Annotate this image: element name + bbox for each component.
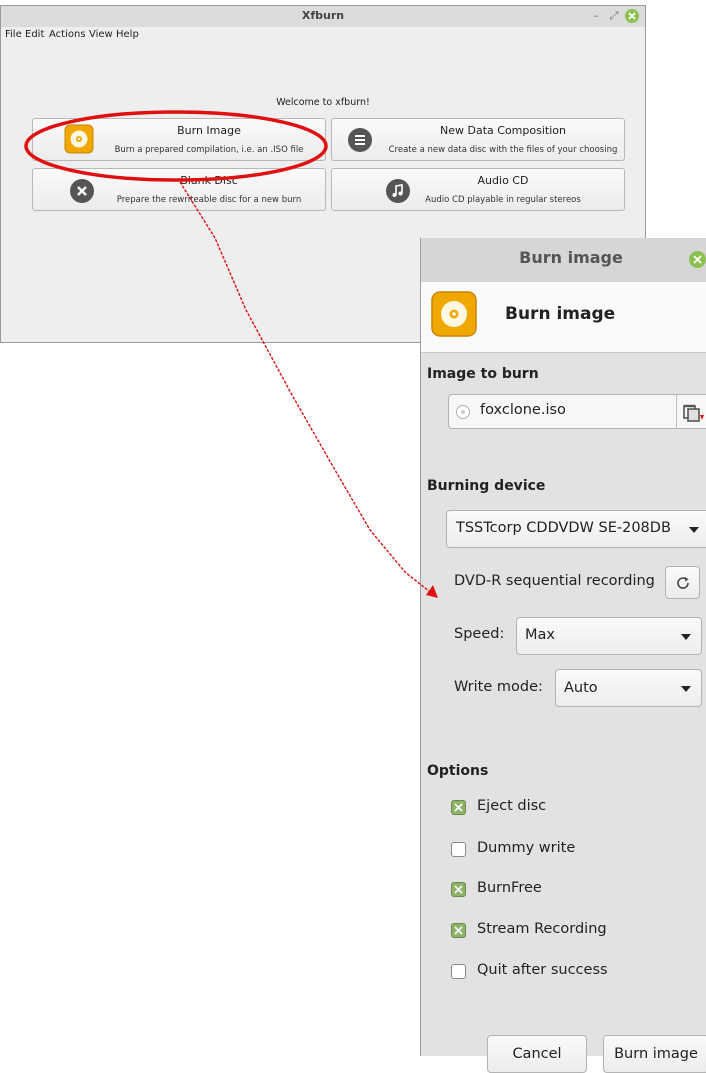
option-label: Dummy write xyxy=(477,840,576,856)
write-mode-label: Write mode: xyxy=(454,679,543,695)
option-label: BurnFree xyxy=(477,880,542,896)
check-icon xyxy=(454,885,463,894)
audio-cd-button[interactable]: Audio CD Audio CD playable in regular st… xyxy=(331,168,625,211)
refresh-media-button[interactable] xyxy=(665,566,700,599)
device-name: TSSTcorp CDDVDW SE-208DB xyxy=(456,520,671,536)
chevron-down-icon xyxy=(681,686,691,692)
new-data-title: New Data Composition xyxy=(440,124,566,137)
image-to-burn-label: Image to burn xyxy=(427,366,539,382)
menu-file[interactable]: File xyxy=(5,29,22,40)
burn-image-title: Burn Image xyxy=(177,124,241,137)
menu-help[interactable]: Help xyxy=(116,29,139,40)
menubar: File Edit Actions View Help xyxy=(1,27,645,44)
speed-label: Speed: xyxy=(454,626,505,642)
burn-image-button[interactable]: Burn image xyxy=(603,1035,706,1073)
main-titlebar: Xfburn – ⤢ xyxy=(1,6,645,27)
checkbox[interactable] xyxy=(451,842,466,857)
speed-value: Max xyxy=(525,627,555,643)
check-icon xyxy=(454,803,463,812)
minimize-button[interactable]: – xyxy=(589,9,603,23)
maximize-button[interactable]: ⤢ xyxy=(607,9,621,23)
audio-cd-subtitle: Audio CD playable in regular stereos xyxy=(425,195,581,205)
close-icon xyxy=(628,12,636,20)
menu-view[interactable]: View xyxy=(89,29,113,40)
audio-cd-title: Audio CD xyxy=(477,174,529,187)
dialog-close-button[interactable] xyxy=(689,251,706,268)
menu-edit[interactable]: Edit xyxy=(25,29,44,40)
welcome-text: Welcome to xfburn! xyxy=(276,97,370,108)
blank-disc-title: Blank Disc xyxy=(180,174,238,187)
blank-disc-button[interactable]: Blank Disc Prepare the rewriteable disc … xyxy=(32,168,326,211)
dialog-title: Burn image xyxy=(519,248,623,267)
check-icon xyxy=(454,926,463,935)
checkbox[interactable] xyxy=(451,882,466,897)
cancel-button[interactable]: Cancel xyxy=(487,1035,587,1073)
dialog-header-title: Burn image xyxy=(505,304,616,324)
list-icon xyxy=(348,128,372,152)
dialog-titlebar: Burn image xyxy=(421,238,706,282)
refresh-icon xyxy=(677,577,689,589)
option-label: Eject disc xyxy=(477,798,547,814)
browse-files-icon[interactable] xyxy=(682,403,704,423)
disc-file-icon xyxy=(456,405,470,419)
chevron-down-icon xyxy=(681,634,691,640)
burn-disc-icon xyxy=(64,124,94,154)
media-status-text: DVD-R sequential recording xyxy=(454,573,655,589)
burn-image-subtitle: Burn a prepared compilation, i.e. an .IS… xyxy=(114,145,304,155)
image-file-name: foxclone.iso xyxy=(480,402,566,418)
close-icon xyxy=(693,255,702,264)
field-separator xyxy=(676,395,677,428)
main-window-title: Xfburn xyxy=(301,9,345,22)
chevron-down-icon xyxy=(689,527,699,533)
write-mode-select[interactable]: Auto xyxy=(555,669,702,707)
write-mode-value: Auto xyxy=(564,680,598,696)
close-window-button[interactable] xyxy=(625,9,639,23)
option-label: Stream Recording xyxy=(477,921,607,937)
option-label: Quit after success xyxy=(477,962,608,978)
checkbox[interactable] xyxy=(451,964,466,979)
image-file-field[interactable]: foxclone.iso xyxy=(448,394,706,429)
new-data-subtitle: Create a new data disc with the files of… xyxy=(388,145,618,155)
speed-select[interactable]: Max xyxy=(516,617,702,655)
options-label: Options xyxy=(427,763,489,779)
dialog-header: Burn image xyxy=(421,282,706,353)
burn-image-dialog: Burn image Burn image Image to burn foxc… xyxy=(420,238,706,1073)
new-data-composition-button[interactable]: New Data Composition Create a new data d… xyxy=(331,118,625,161)
close-circle-icon xyxy=(70,179,94,203)
menu-actions[interactable]: Actions xyxy=(49,29,86,40)
checkbox[interactable] xyxy=(451,923,466,938)
blank-disc-subtitle: Prepare the rewriteable disc for a new b… xyxy=(116,195,302,205)
burning-device-select[interactable]: TSSTcorp CDDVDW SE-208DB xyxy=(446,510,706,548)
burn-disc-icon xyxy=(431,291,477,337)
checkbox[interactable] xyxy=(451,800,466,815)
burning-device-label: Burning device xyxy=(427,478,546,494)
burn-image-action-button[interactable]: Burn Image Burn a prepared compilation, … xyxy=(32,118,326,161)
